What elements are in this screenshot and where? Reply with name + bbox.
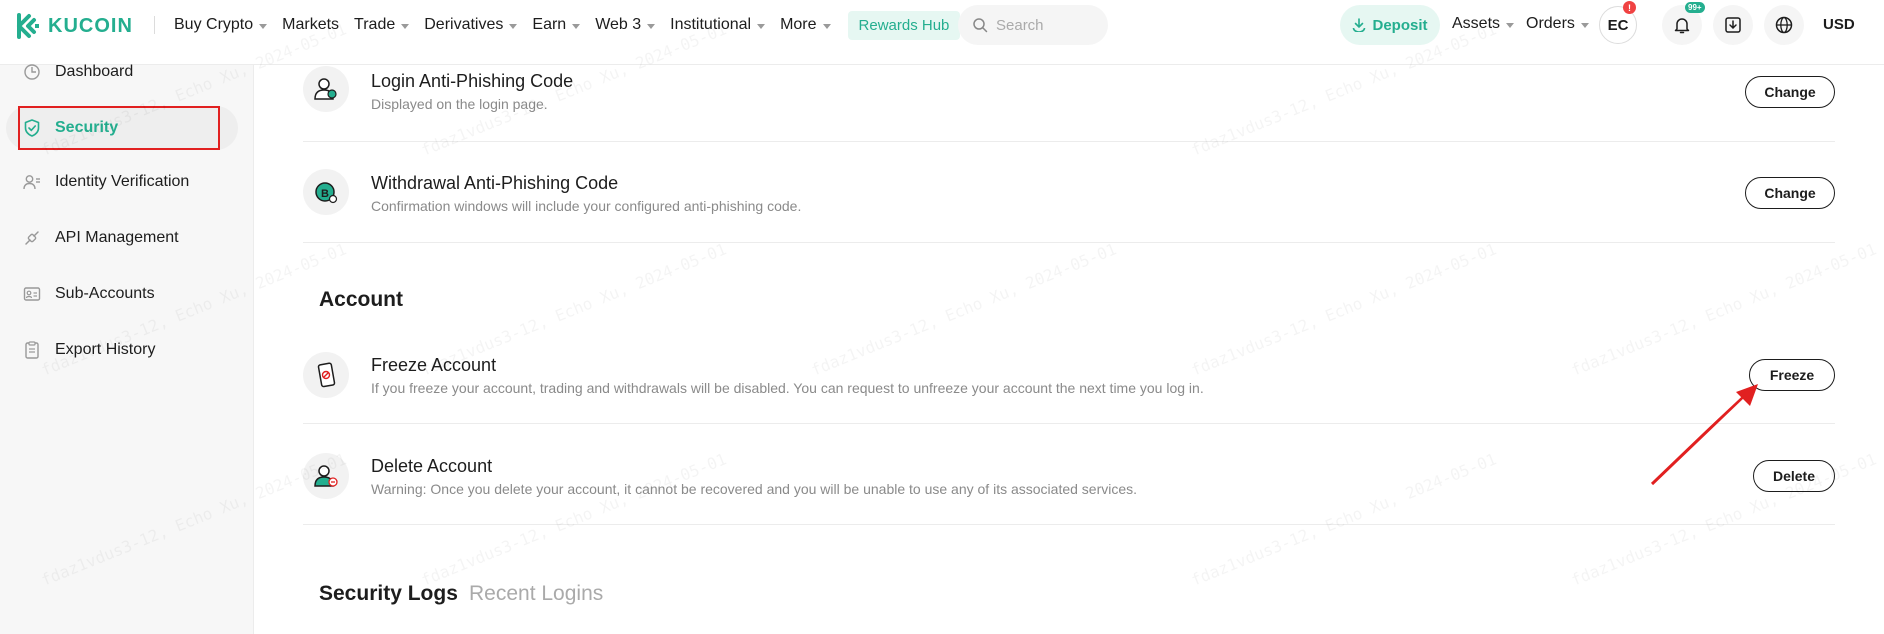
chevron-down-icon: [822, 23, 831, 29]
search-input[interactable]: [996, 16, 1096, 34]
sidebar-item-dashboard[interactable]: Dashboard: [0, 52, 254, 92]
assets-label: Assets: [1452, 15, 1501, 32]
chevron-down-icon: [509, 23, 518, 29]
sidebar-item-label: Export History: [55, 341, 156, 358]
sub-accounts-icon: [23, 287, 41, 301]
chevron-down-icon: [1580, 22, 1589, 28]
chevron-down-icon: [572, 23, 581, 29]
bell-icon: [1674, 18, 1690, 34]
download-icon: [1725, 17, 1741, 33]
row-description: If you freeze your account, trading and …: [371, 380, 1204, 396]
kucoin-logo[interactable]: KUCOIN: [16, 13, 133, 39]
row-title: Delete Account: [371, 456, 493, 476]
row-title: Freeze Account: [371, 355, 497, 375]
logo-text: KUCOIN: [48, 14, 133, 37]
chevron-down-icon: [259, 23, 268, 29]
sidebar-item-export-history[interactable]: Export History: [0, 330, 254, 370]
logo-divider: [154, 16, 155, 34]
nav-label: Derivatives: [424, 16, 504, 33]
avatar-alert-badge: !: [1623, 1, 1636, 14]
annotation-highlight-box: [18, 106, 220, 150]
deposit-icon: [1353, 18, 1366, 32]
delete-account-button[interactable]: Delete: [1753, 460, 1835, 492]
withdrawal-anti-phishing-icon: B: [303, 169, 349, 215]
tab-recent-logins[interactable]: Recent Logins: [469, 582, 603, 606]
language-button[interactable]: [1764, 5, 1804, 45]
sidebar: Dashboard Security Identity Verification…: [0, 63, 254, 634]
assets-menu[interactable]: Assets: [1452, 15, 1515, 33]
orders-menu[interactable]: Orders: [1526, 15, 1589, 33]
svg-text:B: B: [321, 188, 329, 200]
nav-label: Trade: [354, 16, 396, 33]
login-anti-phishing-icon: [303, 66, 349, 112]
change-login-anti-phishing-button[interactable]: Change: [1745, 76, 1835, 108]
download-app-button[interactable]: [1713, 5, 1753, 45]
kucoin-logo-icon: [17, 13, 39, 39]
nav-derivatives[interactable]: Derivatives: [424, 16, 518, 34]
sidebar-item-label: API Management: [55, 229, 179, 246]
chevron-down-icon: [401, 23, 410, 29]
nav-earn[interactable]: Earn: [532, 16, 581, 34]
nav-markets[interactable]: Markets: [282, 16, 339, 34]
sidebar-item-label: Dashboard: [55, 63, 134, 80]
nav-more[interactable]: More: [780, 16, 831, 34]
nav-label: More: [780, 16, 817, 33]
export-icon: [25, 341, 39, 359]
row-title: Login Anti-Phishing Code: [371, 71, 574, 91]
chevron-down-icon: [1506, 22, 1515, 28]
deposit-button[interactable]: Deposit: [1340, 5, 1440, 45]
nav-label: Web 3: [595, 16, 642, 33]
freeze-account-row: Freeze Account If you freeze your accoun…: [303, 324, 1835, 424]
sidebar-item-sub-accounts[interactable]: Sub-Accounts: [0, 274, 254, 314]
sidebar-item-label: Sub-Accounts: [55, 285, 155, 302]
nav-trade[interactable]: Trade: [354, 16, 410, 34]
rewards-hub-button[interactable]: Rewards Hub: [847, 10, 961, 40]
freeze-account-icon: [303, 352, 349, 398]
sidebar-item-label: Identity Verification: [55, 173, 190, 190]
nav-buy-crypto[interactable]: Buy Crypto: [174, 16, 268, 34]
row-title: Withdrawal Anti-Phishing Code: [371, 173, 619, 193]
orders-label: Orders: [1526, 15, 1575, 32]
currency-selector[interactable]: USD: [1823, 16, 1855, 33]
api-icon: [25, 231, 39, 245]
globe-icon: [1775, 16, 1793, 34]
sidebar-item-identity-verification[interactable]: Identity Verification: [0, 162, 254, 202]
row-description: Displayed on the login page.: [371, 96, 548, 112]
annotation-arrow: [1650, 384, 1758, 486]
nav-label: Earn: [532, 16, 567, 33]
delete-account-row: Delete Account Warning: Once you delete …: [303, 425, 1835, 525]
nav-institutional[interactable]: Institutional: [670, 16, 766, 34]
search-icon: [973, 18, 988, 33]
row-description: Confirmation windows will include your c…: [371, 198, 802, 214]
row-description: Warning: Once you delete your account, i…: [371, 481, 1138, 497]
change-withdrawal-anti-phishing-button[interactable]: Change: [1745, 177, 1835, 209]
notification-count-badge: 99+: [1685, 2, 1705, 13]
user-id-icon: [23, 175, 40, 190]
search-box[interactable]: [958, 5, 1108, 45]
tab-security-logs[interactable]: Security Logs: [319, 582, 458, 606]
chevron-down-icon: [757, 23, 766, 29]
chevron-down-icon: [647, 23, 656, 29]
nav-web3[interactable]: Web 3: [595, 16, 656, 34]
withdrawal-anti-phishing-row: B Withdrawal Anti-Phishing Code Confirma…: [303, 143, 1835, 243]
dashboard-icon: [24, 64, 40, 80]
login-anti-phishing-row: Login Anti-Phishing Code Displayed on th…: [303, 42, 1835, 142]
deposit-label: Deposit: [1372, 16, 1428, 34]
account-section-title: Account: [319, 288, 403, 311]
sidebar-item-api-management[interactable]: API Management: [0, 218, 254, 258]
nav-label: Markets: [282, 16, 340, 33]
nav-label: Buy Crypto: [174, 16, 254, 33]
delete-account-icon: [303, 453, 349, 499]
nav-label: Institutional: [670, 16, 752, 33]
